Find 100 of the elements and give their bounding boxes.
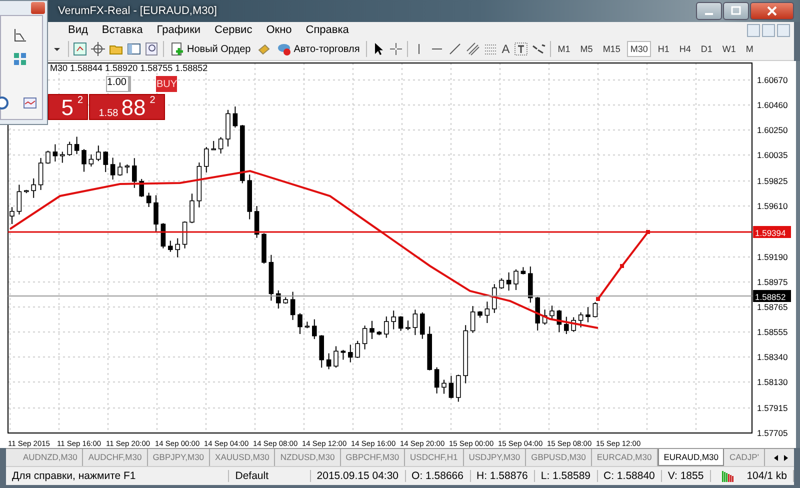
menu-item[interactable]: Вид: [68, 24, 88, 36]
candlestick: [348, 344, 353, 363]
timeframe-button[interactable]: H4: [676, 41, 694, 57]
candlestick: [420, 312, 425, 340]
candlestick: [24, 189, 29, 194]
price-axis-label: 1.60460: [757, 100, 788, 110]
scroll-left-icon[interactable]: [774, 454, 778, 460]
timeframe-button[interactable]: M30: [627, 41, 651, 57]
text-label-icon[interactable]: [514, 42, 528, 56]
indicator-icon[interactable]: [23, 96, 37, 110]
status-text: 2015.09.15 04:30: [310, 470, 406, 482]
timeframe-button[interactable]: M15: [600, 41, 624, 57]
candlestick: [592, 302, 598, 318]
candlestick: [31, 178, 36, 198]
price-axis-label: 1.58975: [757, 277, 788, 287]
document-plus-icon: [170, 42, 184, 56]
timeframe-button[interactable]: M5: [577, 41, 596, 57]
candlestick: [82, 148, 86, 172]
candlestick: [448, 375, 454, 399]
candlestick: [232, 106, 238, 128]
candlestick: [463, 324, 468, 384]
auto-trading-button[interactable]: Авто-торговля: [274, 41, 362, 57]
status-text: C: 1.58840: [598, 470, 662, 482]
candlestick: [254, 206, 260, 238]
candlestick: [304, 321, 310, 329]
candlestick: [240, 124, 245, 184]
menu-item[interactable]: Окно: [266, 24, 292, 36]
timeframe-button[interactable]: D1: [698, 41, 716, 57]
price-axis-label: 1.60250: [757, 125, 788, 135]
candlestick: [506, 272, 512, 292]
candlestick: [146, 192, 152, 208]
candlestick: [556, 309, 562, 333]
candlestick: [211, 140, 216, 150]
volume-field[interactable]: 1.00: [106, 76, 130, 92]
candlestick: [478, 310, 482, 318]
candlestick: [586, 306, 590, 323]
candlestick: [276, 290, 281, 310]
candlestick: [542, 309, 548, 326]
arrows-icon[interactable]: [532, 42, 546, 56]
timeframe-button[interactable]: W1: [719, 41, 739, 57]
menu-item[interactable]: Вставка: [102, 24, 143, 36]
close-button[interactable]: [750, 2, 794, 20]
candlestick: [67, 141, 72, 156]
timeframe-button[interactable]: M1: [554, 41, 574, 57]
grid-icon[interactable]: [484, 42, 498, 56]
candlestick: [218, 136, 224, 154]
new-order-button[interactable]: Новый Ордер: [168, 41, 253, 57]
candlestick: [484, 301, 490, 324]
candlestick: [355, 340, 360, 358]
price-level-label: 1.59394: [753, 226, 791, 238]
candlestick: [247, 174, 252, 220]
line-chart-icon[interactable]: [13, 28, 27, 42]
menu-item[interactable]: Графики: [156, 24, 201, 36]
chart-icon[interactable]: [73, 42, 87, 56]
candlestick: [391, 310, 396, 330]
candlestick: [319, 334, 324, 368]
price-axis-label: 1.60035: [757, 150, 788, 160]
timeframe-button[interactable]: M: [742, 41, 756, 57]
status-text: L: 1.58589: [534, 470, 598, 482]
candlestick: [370, 320, 374, 340]
trend-line-icon[interactable]: [448, 42, 462, 56]
candlestick: [470, 306, 476, 334]
candlestick: [10, 206, 14, 224]
buy-button[interactable]: BUY: [156, 76, 178, 92]
candlestick: [168, 240, 173, 252]
chart-tab[interactable]: EURAUD,M30: [658, 449, 724, 466]
candlestick: [118, 162, 122, 176]
text-tool[interactable]: A: [502, 42, 510, 56]
scroll-right-icon[interactable]: [784, 454, 788, 460]
candlestick: [312, 318, 317, 340]
candlestick: [535, 296, 540, 332]
candlestick: [514, 268, 518, 290]
crosshair-icon[interactable]: [91, 42, 105, 56]
candlestick: [160, 222, 166, 249]
candlestick: [190, 193, 194, 224]
candlestick: [412, 309, 418, 336]
window-icon[interactable]: [127, 42, 141, 56]
candlestick: [262, 232, 266, 264]
candlestick: [96, 145, 101, 162]
candlestick: [550, 305, 554, 319]
maximize-icon: [729, 4, 743, 18]
forecast-line: [596, 230, 650, 301]
channel-icon[interactable]: [466, 42, 480, 56]
window-title: VerumFX-Real - [EURAUD,M30]: [58, 5, 217, 17]
candlestick: [528, 266, 533, 304]
candlestick: [434, 366, 440, 394]
maximize-button[interactable]: [723, 2, 749, 20]
timeframe-button[interactable]: H1: [654, 41, 672, 57]
menu-item[interactable]: Сервис: [214, 24, 252, 36]
candlestick: [520, 266, 526, 275]
candlestick: [154, 194, 158, 232]
price-axis-label: 1.59825: [757, 176, 788, 186]
candlestick: [334, 346, 338, 368]
candlestick: [175, 238, 180, 258]
minimize-button[interactable]: [696, 2, 722, 20]
chart-info: M30 1.58844 1.58920 1.58755 1.58852: [50, 63, 208, 73]
candlestick: [124, 164, 130, 174]
menu-item[interactable]: Справка: [306, 24, 349, 36]
tiles-icon[interactable]: [13, 52, 27, 66]
crosshair-icon[interactable]: [388, 42, 403, 56]
